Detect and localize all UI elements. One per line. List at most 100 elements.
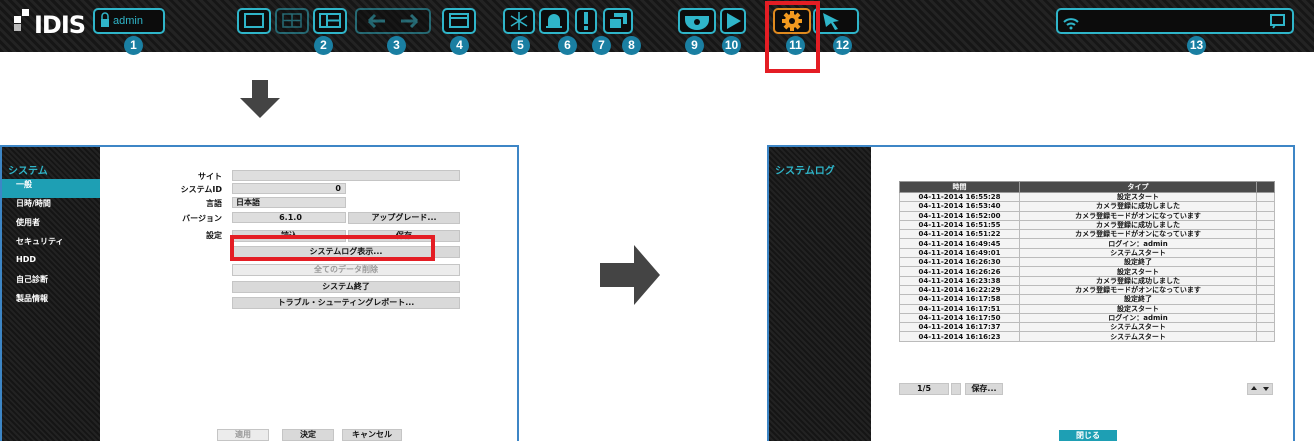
callout-7: 7	[592, 36, 611, 55]
page-spinner[interactable]	[951, 383, 961, 395]
ptz-camera-icon	[685, 16, 709, 30]
system-log-panel: システムログ 時間 タイプ 04-11-2014 16:55:28 設定スタート 0…	[767, 145, 1295, 441]
language-select[interactable]: 日本語	[232, 197, 346, 208]
log-time-cell: 04-11-2014 16:53:40	[899, 201, 1020, 212]
prev-next-group-button[interactable]	[355, 8, 431, 34]
callout-10: 10	[722, 36, 741, 55]
troubleshoot-report-button[interactable]: トラブル・シューティングレポート...	[232, 297, 460, 309]
system-shutdown-button[interactable]: システム終了	[232, 281, 460, 293]
log-time-cell: 04-11-2014 16:17:51	[899, 303, 1020, 314]
table-row[interactable]: 04-11-2014 16:17:50 ログイン：admin	[899, 312, 1275, 324]
alert-button[interactable]	[575, 8, 597, 34]
table-row[interactable]: 04-11-2014 16:23:38 カメラ登録に成功しました	[899, 275, 1275, 286]
system-log-sidebar: システムログ	[769, 147, 871, 441]
single-layout-icon	[244, 13, 264, 28]
sidebar-item-hdd[interactable]: HDD	[2, 255, 100, 274]
table-row[interactable]: 04-11-2014 16:22:29 カメラ登録モードがオンになっています	[899, 284, 1275, 296]
log-time-cell: 04-11-2014 16:52:00	[899, 210, 1020, 221]
sidebar-title: システムログ	[775, 166, 835, 177]
scroll-cell	[1256, 312, 1275, 324]
log-time-cell: 04-11-2014 16:17:58	[899, 294, 1020, 305]
network-icon	[1063, 18, 1079, 30]
table-row[interactable]: 04-11-2014 16:53:40 カメラ登録に成功しました	[899, 201, 1275, 212]
sidebar-item-datetime[interactable]: 日時/時間	[2, 198, 100, 217]
sidebar-item-general[interactable]: 一般	[2, 179, 100, 198]
log-time-cell: 04-11-2014 16:22:29	[899, 284, 1020, 296]
log-time-cell: 04-11-2014 16:55:28	[899, 191, 1020, 203]
login-button[interactable]: admin	[93, 8, 165, 34]
ptz-button[interactable]	[678, 8, 716, 34]
log-time-cell: 04-11-2014 16:51:55	[899, 219, 1020, 231]
ok-button[interactable]: 決定	[282, 429, 334, 441]
sidebar-item-security[interactable]: セキュリティ	[2, 236, 100, 255]
scroll-cell	[1256, 210, 1275, 221]
scroll-cell	[1256, 303, 1275, 314]
log-type-cell: カメラ登録モードがオンになっています	[1019, 284, 1257, 296]
log-type-cell: システムスタート	[1019, 331, 1257, 342]
log-type-cell: カメラ登録に成功しました	[1019, 219, 1257, 231]
alert-icon	[584, 12, 588, 30]
split-layout-button[interactable]	[313, 8, 347, 34]
quad-layout-button[interactable]	[275, 8, 309, 34]
split-layout-icon	[319, 13, 341, 28]
scroll-column-header	[1256, 181, 1275, 193]
log-type-cell: カメラ登録モードがオンになっています	[1019, 229, 1257, 240]
apply-button[interactable]: 適用	[217, 429, 269, 441]
cancel-button[interactable]: キャンセル	[342, 429, 402, 441]
down-arrow-icon	[240, 80, 280, 118]
save-log-button[interactable]: 保存...	[965, 383, 1003, 395]
table-row[interactable]: 04-11-2014 16:16:23 システムスタート	[899, 331, 1275, 342]
close-button[interactable]: 閉じる	[1059, 430, 1117, 441]
version-label: バージョン	[182, 214, 222, 223]
updown-arrow-icon	[1251, 386, 1269, 391]
table-row[interactable]: 04-11-2014 16:55:28 設定スタート	[899, 191, 1275, 203]
single-layout-button[interactable]	[237, 8, 271, 34]
system-sidebar: システム 一般 日時/時間 使用者 セキュリティ HDD 自己診断 製品情報	[2, 147, 100, 441]
scroll-cell	[1256, 257, 1275, 268]
group-button[interactable]	[603, 8, 633, 34]
setup-highlight-box	[765, 1, 820, 73]
callout-6: 6	[558, 36, 577, 55]
system-id-field[interactable]: 0	[232, 183, 346, 194]
user-label: admin	[113, 15, 143, 27]
table-row[interactable]: 04-11-2014 16:51:22 カメラ登録モードがオンになっています	[899, 229, 1275, 240]
clear-all-data-button[interactable]: 全てのデータ削除	[232, 264, 460, 276]
table-row[interactable]: 04-11-2014 16:26:30 設定終了	[899, 257, 1275, 268]
page-indicator[interactable]: 1/5	[899, 383, 949, 395]
table-row[interactable]: 04-11-2014 16:17:51 設定スタート	[899, 303, 1275, 314]
alarm-button[interactable]	[539, 8, 569, 34]
upgrade-button[interactable]: アップグレード...	[348, 212, 460, 224]
table-row[interactable]: 04-11-2014 16:17:58 設定終了	[899, 294, 1275, 305]
table-row[interactable]: 04-11-2014 16:26:26 設定スタート	[899, 266, 1275, 277]
log-time-cell: 04-11-2014 16:49:45	[899, 238, 1020, 249]
table-row[interactable]: 04-11-2014 16:49:01 システムスタート	[899, 247, 1275, 259]
play-button[interactable]	[720, 8, 746, 34]
scroll-cell	[1256, 294, 1275, 305]
alarm-bell-icon	[546, 14, 562, 28]
status-bar[interactable]	[1056, 8, 1294, 34]
chat-icon	[1270, 14, 1285, 29]
log-time-cell: 04-11-2014 16:17:37	[899, 322, 1020, 333]
site-field[interactable]	[232, 170, 460, 181]
type-column-header: タイプ	[1019, 181, 1257, 193]
freeze-button[interactable]	[503, 8, 535, 34]
sequence-icon	[449, 13, 469, 28]
system-id-label: システムID	[180, 185, 222, 194]
table-row[interactable]: 04-11-2014 16:52:00 カメラ登録モードがオンになっています	[899, 210, 1275, 221]
scroll-cell	[1256, 266, 1275, 277]
sidebar-item-product-info[interactable]: 製品情報	[2, 293, 100, 312]
sidebar-item-diagnostics[interactable]: 自己診断	[2, 274, 100, 293]
callout-2: 2	[314, 36, 333, 55]
group-icon	[608, 13, 627, 30]
log-type-cell: 設定終了	[1019, 257, 1257, 268]
scroll-updown-button[interactable]	[1247, 383, 1273, 395]
table-row[interactable]: 04-11-2014 16:49:45 ログイン：admin	[899, 238, 1275, 249]
callout-13: 13	[1187, 36, 1206, 55]
scroll-cell	[1256, 219, 1275, 231]
sidebar-item-user[interactable]: 使用者	[2, 217, 100, 236]
table-row[interactable]: 04-11-2014 16:17:37 システムスタート	[899, 322, 1275, 333]
table-row[interactable]: 04-11-2014 16:51:55 カメラ登録に成功しました	[899, 219, 1275, 231]
sequence-button[interactable]	[442, 8, 476, 34]
log-type-cell: ログイン：admin	[1019, 312, 1257, 324]
log-type-cell: 設定スタート	[1019, 266, 1257, 277]
